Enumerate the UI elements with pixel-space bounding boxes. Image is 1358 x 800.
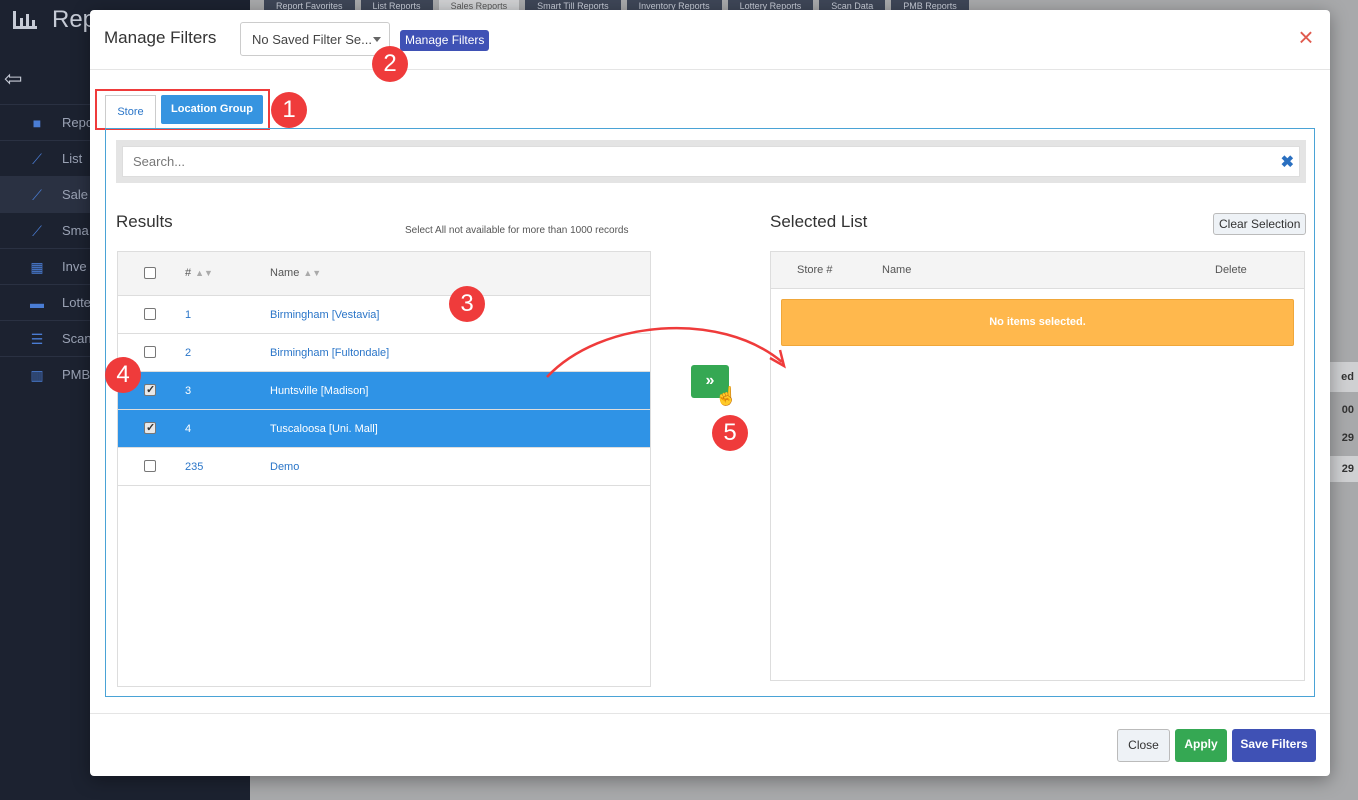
manage-filters-modal: Manage Filters No Saved Filter Se... Man… — [90, 10, 1330, 776]
close-icon[interactable]: × — [1294, 24, 1318, 50]
empty-selection-alert: No items selected. — [781, 299, 1294, 346]
filter-panel: ✖ Results Select All not available for m… — [105, 128, 1315, 697]
selected-table-header: Store # Name Delete — [771, 252, 1304, 289]
line-chart-icon: ⟋ — [32, 150, 42, 167]
row-checkbox[interactable] — [144, 308, 156, 320]
tab-store[interactable]: Store — [105, 95, 156, 128]
column-header-label: Name — [270, 267, 300, 279]
row-number: 2 — [185, 347, 192, 359]
select-all-checkbox[interactable] — [144, 267, 156, 279]
checkbox-box-checked — [144, 421, 156, 434]
sidebar-item-label: Repo — [62, 115, 94, 130]
tab-location-group[interactable]: Location Group — [161, 95, 263, 124]
selected-list-title: Selected List — [770, 212, 868, 231]
modal-title: Manage Filters — [104, 28, 217, 47]
sidebar-item-label: Sale — [62, 187, 89, 202]
bookmark-icon: ■ — [32, 114, 42, 131]
row-checkbox[interactable] — [144, 460, 156, 472]
results-table: # ▲▼ Name ▲▼ 1 Birmingham [Vestavia] 2 Bir… — [117, 251, 651, 687]
checkbox-box — [144, 267, 156, 279]
checkbox-box — [144, 460, 156, 472]
back-arrow-icon[interactable]: ⇦ — [4, 66, 22, 92]
column-header-store: Store # — [797, 264, 833, 276]
checkbox-box — [144, 346, 156, 358]
bg-fragment: 29 — [1330, 456, 1358, 482]
row-checkbox[interactable] — [144, 421, 156, 434]
ticket-icon: ▬ — [30, 294, 44, 311]
row-number: 3 — [185, 385, 192, 397]
row-name: Birmingham [Fultondale] — [270, 347, 390, 359]
caret-down-icon — [373, 37, 381, 42]
clear-search-icon[interactable]: ✖ — [1281, 152, 1294, 172]
results-table-header: # ▲▼ Name ▲▼ — [118, 252, 650, 296]
annotation-badge: 3 — [449, 286, 485, 322]
column-header-number[interactable]: # ▲▼ — [185, 267, 213, 279]
sidebar-item-label: Sma — [62, 223, 89, 238]
table-row[interactable]: 4 Tuscaloosa [Uni. Mall] — [118, 410, 650, 448]
pointer-hand-icon: ☝ — [715, 386, 738, 406]
bar-chart-icon — [13, 11, 37, 29]
table-row[interactable]: 235 Demo — [118, 448, 650, 486]
bg-fragment: 29 — [1341, 432, 1354, 444]
search-bar: ✖ — [116, 140, 1306, 183]
sort-icon: ▲▼ — [303, 268, 322, 278]
apply-button[interactable]: Apply — [1175, 729, 1227, 762]
row-checkbox[interactable] — [144, 346, 156, 358]
row-name: Huntsville [Madison] — [270, 385, 369, 397]
row-name: Tuscaloosa [Uni. Mall] — [270, 423, 378, 435]
column-header-delete: Delete — [1215, 264, 1247, 276]
annotation-badge: 5 — [712, 415, 748, 451]
checkbox-box-checked — [144, 383, 156, 396]
save-filters-button[interactable]: Save Filters — [1232, 729, 1316, 762]
line-chart-icon: ⟋ — [32, 222, 42, 239]
table-row[interactable]: 1 Birmingham [Vestavia] — [118, 296, 650, 334]
column-header-name: Name — [882, 264, 912, 276]
row-name: Birmingham [Vestavia] — [270, 309, 380, 321]
table-row[interactable]: 2 Birmingham [Fultondale] — [118, 334, 650, 372]
manage-filters-button[interactable]: Manage Filters — [400, 30, 490, 51]
row-number: 235 — [185, 461, 204, 473]
row-number: 4 — [185, 423, 192, 435]
line-chart-icon: ⟋ — [32, 186, 42, 203]
results-title: Results — [116, 212, 173, 231]
app-brand: Rep — [12, 6, 96, 34]
bg-fragment: 00 — [1341, 404, 1354, 416]
annotation-badge: 1 — [271, 92, 307, 128]
background-right-edge: ed 00 29 29 — [1330, 0, 1358, 800]
search-input[interactable] — [122, 146, 1300, 177]
sidebar-item-label: Lotte — [62, 295, 91, 310]
inventory-icon: ▦ — [30, 258, 44, 275]
row-number: 1 — [185, 309, 192, 321]
row-name: Demo — [270, 461, 300, 473]
column-header-name[interactable]: Name ▲▼ — [270, 267, 321, 279]
annotation-badge: 2 — [372, 46, 408, 82]
annotation-badge: 4 — [105, 357, 141, 393]
saved-filter-value: No Saved Filter Se... — [252, 32, 372, 47]
table-row[interactable]: 3 Huntsville [Madison] — [118, 372, 650, 410]
sidebar-item-label: Inve — [62, 259, 87, 274]
selected-table: Store # Name Delete No items selected. — [770, 251, 1305, 681]
row-checkbox[interactable] — [144, 383, 156, 396]
clear-selection-button[interactable]: Clear Selection — [1213, 213, 1307, 235]
sort-icon: ▲▼ — [195, 268, 213, 278]
sidebar-item-label: PMB — [62, 367, 91, 382]
modal-footer: Close Apply Save Filters — [90, 713, 1330, 776]
results-note: Select All not available for more than 1… — [405, 225, 629, 236]
list-icon: ☰ — [30, 330, 44, 347]
saved-filter-select[interactable]: No Saved Filter Se... — [240, 22, 390, 56]
sidebar-item-label: Scan — [62, 331, 92, 346]
close-button[interactable]: Close — [1117, 729, 1170, 762]
column-header-label: # — [185, 267, 192, 279]
modal-header: Manage Filters No Saved Filter Se... Man… — [90, 10, 1330, 70]
bar-chart-icon: ▥ — [30, 366, 44, 383]
checkbox-box — [144, 308, 156, 320]
bg-fragment: ed — [1330, 362, 1358, 392]
sidebar-item-label: List — [62, 151, 83, 166]
